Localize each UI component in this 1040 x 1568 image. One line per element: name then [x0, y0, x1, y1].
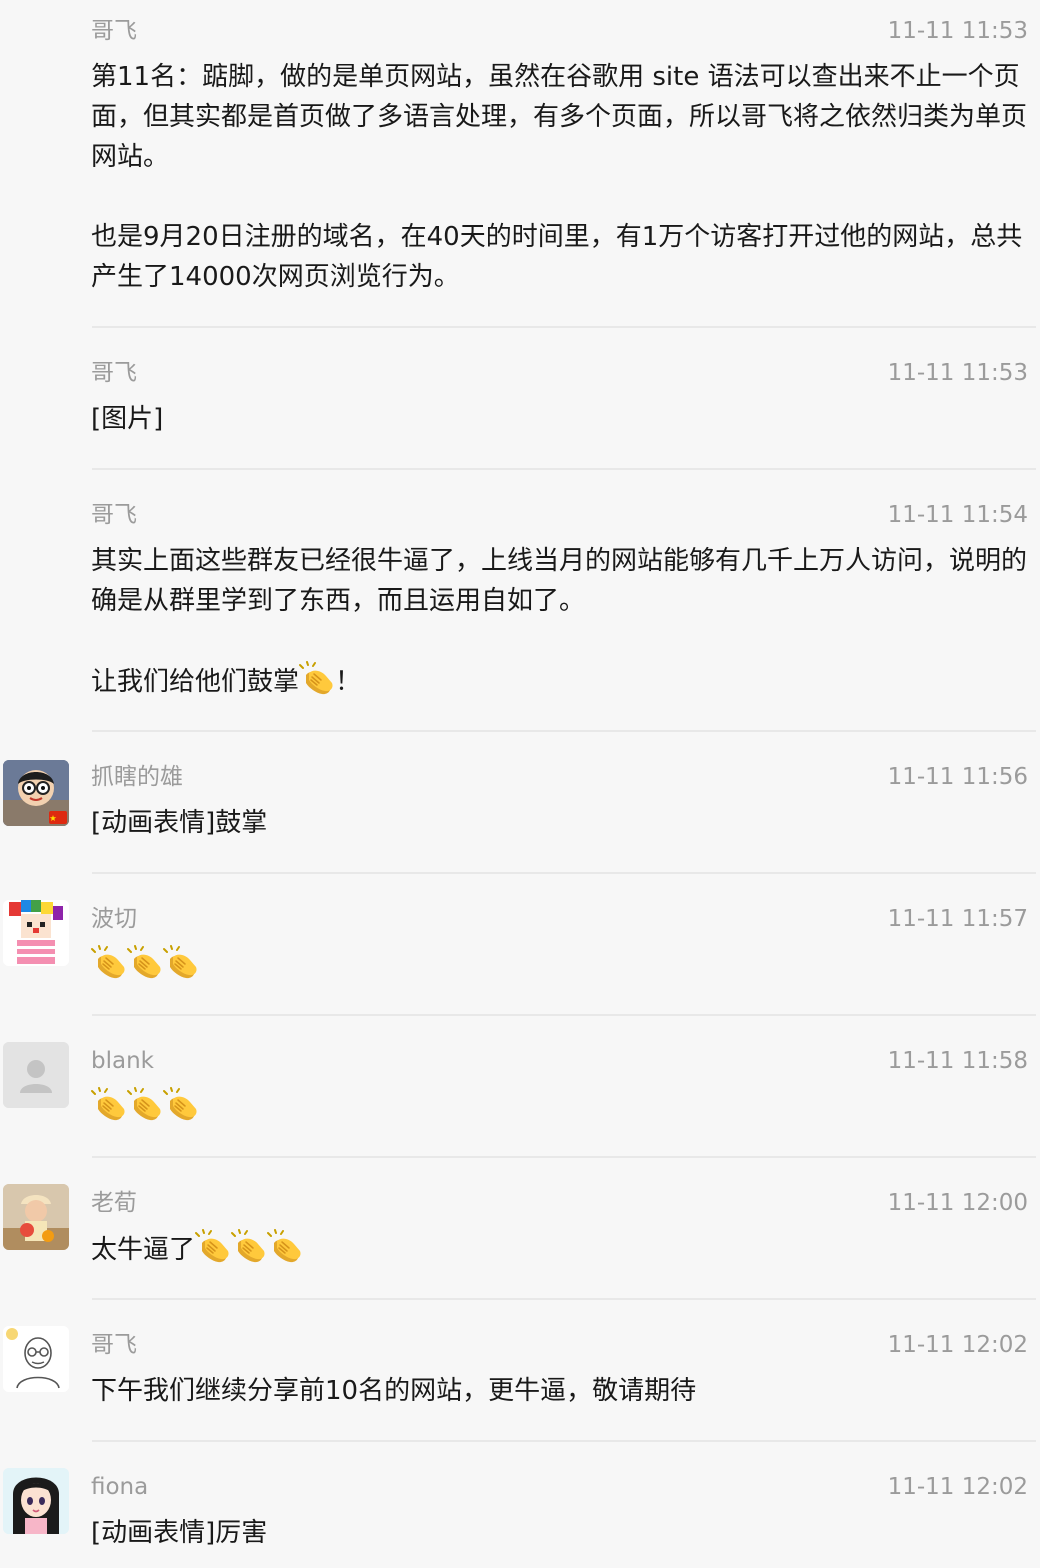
message-text[interactable]: 下午我们继续分享前10名的网站，更牛逼，敬请期待 — [91, 1371, 1031, 1411]
message-time: 11-11 11:57 — [887, 906, 1028, 932]
default-user-avatar — [3, 1042, 69, 1108]
message-time: 11-11 12:02 — [887, 1474, 1028, 1500]
message-divider — [92, 730, 1036, 732]
message-divider — [92, 1440, 1036, 1442]
message-divider — [92, 1156, 1036, 1158]
cheer-text: 让我们给他们鼓掌 — [91, 667, 300, 697]
clapping-hands-icon — [195, 1229, 231, 1265]
message-paragraph: 让我们给他们鼓掌 ！ — [91, 661, 1031, 702]
child-photo-avatar — [3, 1184, 69, 1250]
sender-name: fiona — [91, 1474, 149, 1500]
message-text[interactable]: 太牛逼了 — [91, 1229, 1031, 1270]
sender-name: 哥飞 — [91, 1332, 137, 1358]
message-paragraph: 其实上面这些群友已经很牛逼了，上线当月的网站能够有几千上万人访问，说明的确是从群… — [91, 546, 1028, 616]
message-divider — [92, 872, 1036, 874]
clapping-hands-icon — [91, 1087, 127, 1123]
sender-name: blank — [91, 1048, 154, 1074]
clapping-hands-icon — [231, 1229, 267, 1265]
sender-name: 哥飞 — [91, 360, 137, 386]
avatar[interactable] — [3, 1468, 69, 1534]
message-divider — [92, 1298, 1036, 1300]
sketch-man-avatar — [3, 1326, 69, 1392]
clapping-hands-icon — [299, 661, 335, 697]
message-divider — [92, 326, 1036, 328]
clapping-hands-icon — [91, 945, 127, 981]
message-text[interactable]: 其实上面这些群友已经很牛逼了，上线当月的网站能够有几千上万人访问，说明的确是从群… — [91, 541, 1031, 702]
anime-girl-avatar — [3, 1468, 69, 1534]
cheer-punct: ！ — [335, 667, 362, 697]
message-paragraph: 也是9月20日注册的域名，在40天的时间里，有1万个访客打开过他的网站，总共产生… — [91, 222, 1023, 292]
avatar[interactable] — [3, 900, 69, 966]
clapping-hands-icon — [127, 1087, 163, 1123]
image-placeholder[interactable]: [图片] — [91, 399, 1031, 439]
pixel-clown-avatar — [3, 900, 69, 966]
avatar[interactable] — [3, 1184, 69, 1250]
clapping-hands-icon — [127, 945, 163, 981]
message-time: 11-11 11:58 — [887, 1048, 1028, 1074]
message-body: 太牛逼了 — [91, 1235, 196, 1265]
sender-name: 哥飞 — [91, 18, 137, 44]
message-divider — [92, 1014, 1036, 1016]
message-time: 11-11 12:02 — [887, 1332, 1028, 1358]
sender-name: 哥飞 — [91, 502, 137, 528]
clapping-hands-icon — [163, 1087, 199, 1123]
message-divider — [92, 468, 1036, 470]
message-time: 11-11 11:53 — [887, 360, 1028, 386]
message-time: 11-11 11:54 — [887, 502, 1028, 528]
avatar[interactable] — [3, 760, 69, 826]
clapping-hands-icon — [163, 945, 199, 981]
message-text[interactable] — [91, 945, 1031, 986]
message-time: 11-11 11:56 — [887, 764, 1028, 790]
message-time: 11-11 11:53 — [887, 18, 1028, 44]
chat-feed: 哥飞 11-11 11:53 第11名：踮脚，做的是单页网站，虽然在谷歌用 si… — [0, 0, 1040, 1568]
sender-name: 波切 — [91, 906, 137, 932]
message-text[interactable] — [91, 1087, 1031, 1128]
sticker-placeholder[interactable]: [动画表情]厉害 — [91, 1513, 1031, 1553]
china-flag-icon — [49, 811, 67, 824]
sender-name: 老荀 — [91, 1190, 137, 1216]
message-time: 11-11 12:00 — [887, 1190, 1028, 1216]
sender-name: 抓瞎的雄 — [91, 764, 183, 790]
clapping-hands-icon — [267, 1229, 303, 1265]
message-paragraph: 第11名：踮脚，做的是单页网站，虽然在谷歌用 site 语法可以查出来不止一个页… — [91, 62, 1028, 172]
sticker-placeholder[interactable]: [动画表情]鼓掌 — [91, 803, 1031, 843]
avatar[interactable] — [3, 1042, 69, 1108]
message-text[interactable]: 第11名：踮脚，做的是单页网站，虽然在谷歌用 site 语法可以查出来不止一个页… — [91, 57, 1031, 297]
avatar[interactable] — [3, 1326, 69, 1392]
